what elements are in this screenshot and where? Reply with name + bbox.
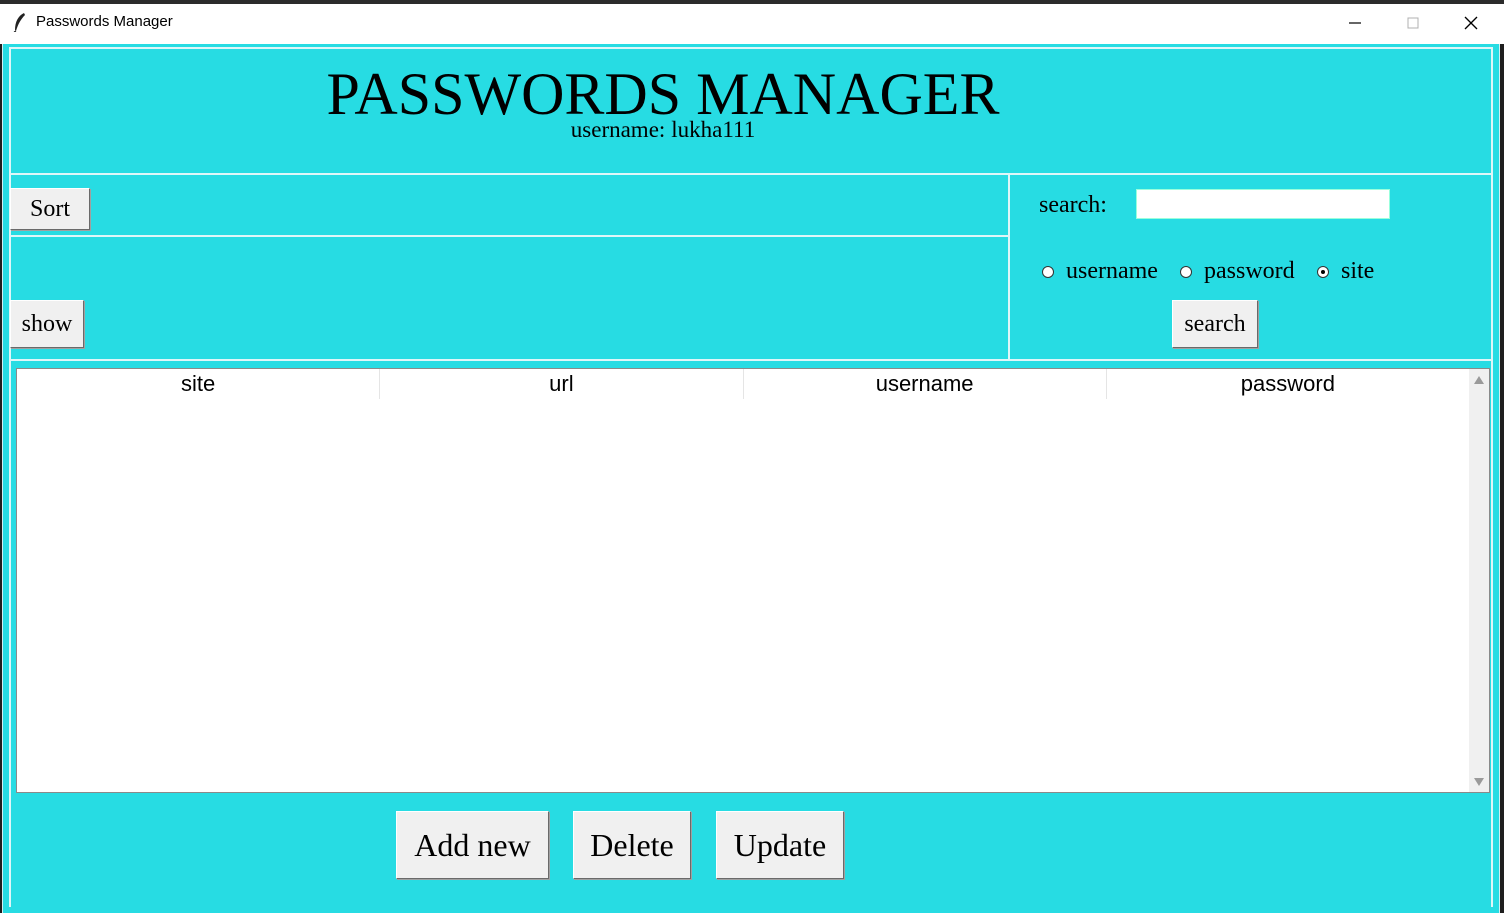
user-value: lukha111 — [671, 117, 756, 142]
frame-divider — [9, 47, 11, 907]
radio-button-selected[interactable] — [1317, 265, 1329, 278]
delete-button[interactable]: Delete — [573, 811, 691, 879]
maximize-icon — [1407, 17, 1419, 29]
frame-divider — [9, 47, 1493, 49]
column-header-site[interactable]: site — [17, 369, 381, 399]
radio-button[interactable] — [1042, 265, 1054, 278]
frame-divider — [1491, 47, 1493, 907]
add-new-button[interactable]: Add new — [396, 811, 549, 879]
passwords-table[interactable]: site url username password — [16, 368, 1490, 793]
scroll-down-arrow-icon[interactable] — [1474, 778, 1484, 786]
close-button[interactable] — [1442, 8, 1500, 38]
frame-divider — [9, 235, 1009, 237]
close-icon — [1464, 16, 1478, 30]
update-button[interactable]: Update — [716, 811, 844, 879]
table-header: site url username password — [17, 369, 1469, 399]
radio-label: username — [1066, 258, 1158, 284]
radio-label: site — [1341, 258, 1375, 284]
maximize-button[interactable] — [1384, 8, 1442, 38]
feather-icon — [13, 13, 25, 32]
window-titlebar: Passwords Manager — [0, 0, 1504, 44]
minimize-icon — [1349, 22, 1361, 24]
frame-divider — [9, 359, 1493, 361]
column-header-url[interactable]: url — [380, 369, 744, 399]
show-button[interactable]: show — [10, 300, 84, 348]
column-header-username[interactable]: username — [744, 369, 1107, 399]
minimize-button[interactable] — [1326, 8, 1384, 38]
frame-divider — [1008, 173, 1010, 361]
titlebar-top-strip — [0, 0, 1504, 4]
radio-label: password — [1204, 258, 1295, 284]
sort-button[interactable]: Sort — [10, 188, 90, 230]
search-button[interactable]: search — [1172, 300, 1258, 348]
app-window-body: PASSWORDS MANAGER username: lukha111 Sort… — [2, 44, 1500, 913]
search-input[interactable] — [1136, 189, 1390, 219]
search-option-password[interactable]: password — [1180, 258, 1295, 285]
vertical-scrollbar[interactable] — [1469, 369, 1489, 792]
user-label: username: — [570, 117, 666, 142]
search-label: search: — [1039, 192, 1107, 218]
search-option-site[interactable]: site — [1317, 258, 1374, 285]
column-header-password[interactable]: password — [1107, 369, 1469, 399]
radio-button[interactable] — [1180, 265, 1192, 278]
window-title: Passwords Manager — [36, 13, 173, 30]
frame-divider — [9, 173, 1493, 175]
search-option-username[interactable]: username — [1042, 258, 1158, 285]
scroll-up-arrow-icon[interactable] — [1474, 376, 1484, 384]
current-user: username: lukha111 — [323, 116, 1003, 144]
